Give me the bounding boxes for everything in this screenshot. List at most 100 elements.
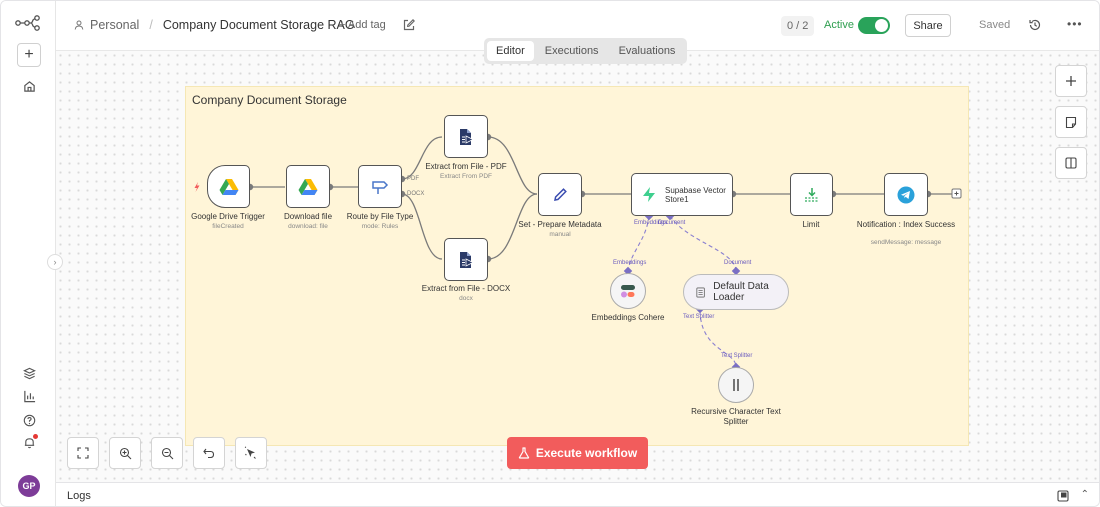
add-tag-button[interactable]: + Add tag	[339, 19, 386, 31]
chevron-right-icon[interactable]: ›	[47, 254, 63, 270]
node-notification-index-success[interactable]	[884, 173, 928, 216]
more-options-icon[interactable]: •••	[1067, 17, 1083, 31]
workflow-canvas[interactable]: Company Document Storage Google Drive Tr…	[47, 38, 1099, 482]
plus-icon	[1066, 76, 1076, 86]
supabase-icon	[643, 187, 655, 202]
avatar[interactable]: GP	[18, 475, 40, 497]
canvas-right-toolbar	[1055, 65, 1087, 179]
zoom-in-icon	[119, 447, 131, 459]
zoom-out-icon	[161, 447, 173, 459]
breadcrumb-separator: /	[149, 18, 153, 32]
logs-bar[interactable]: Logs ⌃	[56, 482, 1099, 506]
node-subtitle: manual	[549, 231, 571, 238]
open-logs-window-icon[interactable]	[1057, 490, 1069, 502]
node-limit[interactable]	[790, 173, 833, 216]
sticky-note-title: Company Document Storage	[192, 93, 347, 107]
extract-file-icon	[460, 251, 474, 268]
node-label: Extract from File - PDF	[425, 162, 507, 171]
production-checklist-counter[interactable]: 0 / 2	[781, 16, 815, 36]
node-download-file[interactable]	[286, 165, 330, 208]
app-window: + GP Personal / Company Document Storage…	[0, 0, 1100, 507]
port-label-embeddings: Embeddings	[613, 260, 647, 266]
port-label-text-splitter: Text Splitter	[683, 314, 715, 320]
add-sticky-button[interactable]	[1055, 106, 1087, 138]
tab-executions[interactable]: Executions	[536, 41, 608, 61]
node-label: Default Data Loader	[713, 281, 769, 303]
node-label: Limit	[802, 220, 820, 229]
node-extract-from-file-pdf[interactable]	[444, 115, 488, 158]
execute-workflow-button[interactable]: Execute workflow	[507, 437, 648, 469]
node-set-prepare-metadata[interactable]	[538, 173, 582, 216]
templates-icon[interactable]	[20, 364, 38, 382]
cursor-sparkle-icon	[244, 446, 256, 459]
port-label-document: Document	[658, 220, 686, 226]
sticky-note[interactable]: Company Document Storage	[185, 86, 969, 446]
home-icon[interactable]	[20, 77, 38, 95]
fit-view-icon	[77, 447, 89, 459]
node-default-data-loader[interactable]: Default Data Loader	[683, 274, 789, 310]
telegram-icon	[897, 186, 915, 203]
port-label-text-splitter: Text Splitter	[721, 353, 753, 359]
document-loader-icon	[696, 286, 705, 298]
insights-icon[interactable]	[20, 387, 38, 405]
panel-icon	[1065, 157, 1077, 169]
flask-icon	[518, 447, 530, 459]
node-recursive-character-text-splitter[interactable]	[718, 367, 754, 403]
undo-icon	[203, 448, 215, 459]
n8n-logo[interactable]	[15, 15, 41, 31]
node-label: Set - Prepare Metadata	[518, 220, 602, 229]
notifications-icon[interactable]	[20, 433, 38, 451]
node-route-by-file-type[interactable]	[358, 165, 402, 208]
tab-evaluations[interactable]: Evaluations	[610, 41, 685, 61]
zoom-in-button[interactable]	[109, 437, 141, 469]
sticky-note-icon	[1065, 116, 1077, 128]
toggle-panel-button[interactable]	[1055, 147, 1087, 179]
active-label: Active	[824, 19, 854, 31]
zoom-out-button[interactable]	[151, 437, 183, 469]
breadcrumb-owner[interactable]: Personal	[90, 18, 139, 32]
user-icon	[74, 20, 84, 30]
tab-editor[interactable]: Editor	[487, 41, 534, 61]
saved-status: Saved	[979, 19, 1011, 31]
extract-file-icon	[460, 128, 474, 145]
tidy-up-button[interactable]	[235, 437, 267, 469]
help-icon[interactable]	[20, 411, 38, 429]
workflow-title[interactable]: Company Document Storage RAG	[163, 18, 355, 32]
node-label: Embeddings Cohere	[591, 313, 665, 322]
text-splitter-icon	[733, 379, 739, 391]
node-label: Notification : Index Success	[856, 220, 956, 229]
undo-button[interactable]	[193, 437, 225, 469]
node-label: Recursive Character Text Splitter	[691, 407, 781, 426]
node-embeddings-cohere[interactable]	[610, 273, 646, 309]
left-rail: + GP	[1, 1, 56, 506]
output-label-docx: DOCX	[407, 191, 425, 197]
google-drive-icon	[219, 178, 238, 195]
view-tabs: Editor Executions Evaluations	[484, 38, 688, 64]
add-node-button[interactable]	[1055, 65, 1087, 97]
logs-label: Logs	[67, 490, 91, 502]
node-extract-from-file-docx[interactable]	[444, 238, 488, 281]
switch-router-icon	[372, 180, 389, 194]
notification-dot	[33, 434, 38, 439]
share-button[interactable]: Share	[905, 14, 951, 37]
cohere-icon	[621, 285, 635, 298]
node-supabase-vector-store[interactable]: Supabase Vector Store1	[631, 173, 733, 216]
pencil-icon	[554, 187, 567, 201]
node-subtitle: Extract From PDF	[439, 173, 492, 180]
node-google-drive-trigger[interactable]	[207, 165, 250, 208]
fit-view-button[interactable]	[67, 437, 99, 469]
node-label: Extract from File - DOCX	[421, 284, 511, 293]
limit-icon	[804, 187, 819, 202]
edit-description-icon[interactable]	[402, 18, 416, 32]
chevron-up-icon[interactable]: ⌃	[1081, 489, 1089, 500]
breadcrumb: Personal / Company Document Storage RAG	[74, 18, 355, 32]
history-icon[interactable]	[1028, 18, 1042, 32]
node-subtitle: sendMessage: message	[870, 239, 942, 246]
active-toggle[interactable]	[858, 17, 890, 34]
add-button[interactable]: +	[17, 43, 41, 67]
port-label-document: Document	[724, 260, 752, 266]
node-subtitle: docx	[459, 295, 473, 302]
canvas-bottom-toolbar	[67, 437, 267, 469]
node-label: Route by File Type	[346, 212, 414, 221]
google-drive-icon	[298, 178, 318, 195]
